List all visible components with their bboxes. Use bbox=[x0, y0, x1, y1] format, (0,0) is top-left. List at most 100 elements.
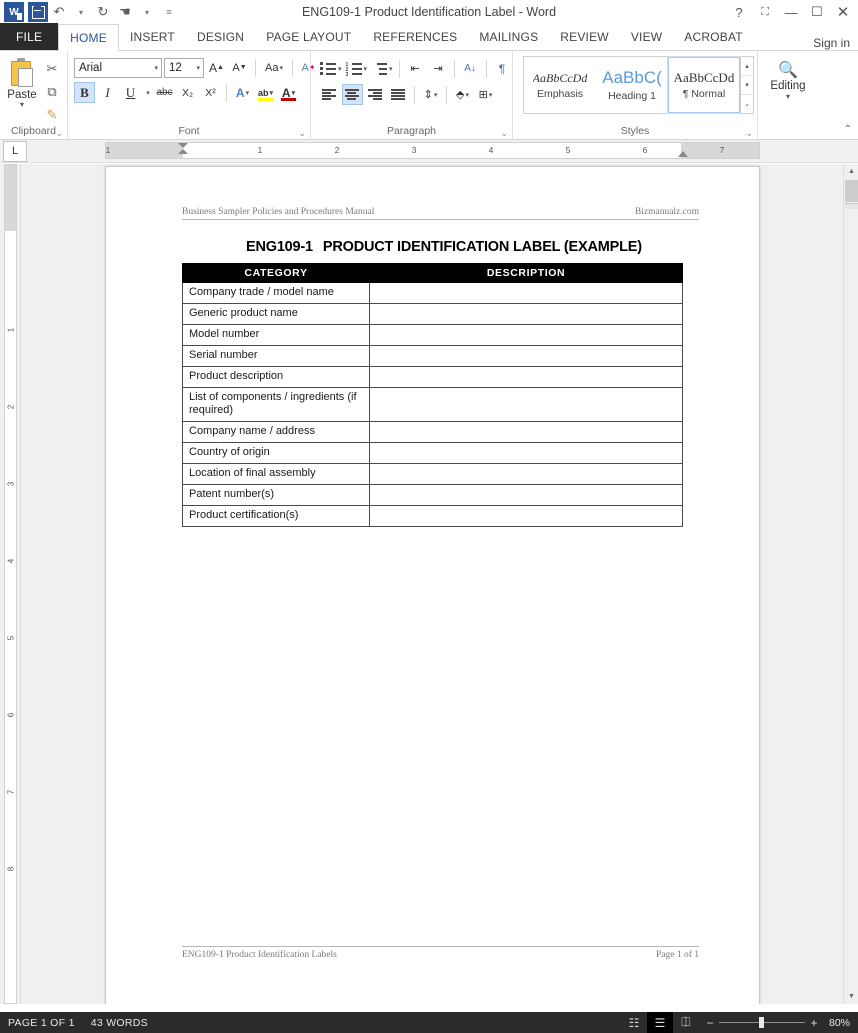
editing-button[interactable]: 🔍 Editing ▾ bbox=[762, 54, 814, 101]
cut-icon[interactable]: ✂ bbox=[41, 59, 63, 79]
cell-category[interactable]: Product description bbox=[182, 366, 370, 388]
font-name-input[interactable]: Arial ▾ bbox=[74, 57, 162, 78]
shading-button[interactable]: ⬘ ▾ bbox=[452, 84, 473, 105]
styles-more-icon[interactable]: ⌄ bbox=[741, 95, 753, 113]
cell-description[interactable] bbox=[369, 345, 683, 367]
align-left-button[interactable] bbox=[319, 84, 340, 105]
justify-button[interactable] bbox=[388, 84, 409, 105]
align-center-button[interactable] bbox=[342, 84, 363, 105]
cell-category[interactable]: Company trade / model name bbox=[182, 282, 370, 304]
text-highlight-button[interactable]: ab ▾ bbox=[255, 82, 276, 103]
table-row[interactable]: Generic product name bbox=[182, 303, 683, 325]
cell-description[interactable] bbox=[369, 387, 683, 422]
word-logo-icon[interactable]: W bbox=[4, 2, 24, 22]
cell-description[interactable] bbox=[369, 442, 683, 464]
cell-category[interactable]: Patent number(s) bbox=[182, 484, 370, 506]
undo-icon[interactable]: ↶ bbox=[48, 1, 70, 23]
print-layout-button[interactable]: ☰ bbox=[646, 1012, 673, 1033]
font-color-button[interactable]: A ▾ bbox=[278, 82, 299, 103]
strikethrough-button[interactable]: abc bbox=[154, 82, 175, 103]
format-painter-icon[interactable]: ✎ bbox=[41, 105, 63, 125]
cell-category[interactable]: Generic product name bbox=[182, 303, 370, 325]
minimize-button[interactable]: — bbox=[778, 1, 804, 23]
first-line-indent-marker[interactable] bbox=[178, 143, 188, 148]
tab-references[interactable]: REFERENCES bbox=[362, 23, 468, 50]
document-canvas[interactable]: Business Sampler Policies and Procedures… bbox=[21, 164, 844, 1004]
styles-gallery-scrollbar[interactable]: ▴ ▾ ⌄ bbox=[740, 57, 753, 113]
page-indicator[interactable]: PAGE 1 OF 1 bbox=[0, 1017, 83, 1029]
vertical-scrollbar[interactable]: ▲ ▼ bbox=[843, 164, 858, 1004]
decrease-indent-button[interactable]: ⇤ bbox=[405, 58, 426, 79]
tab-insert[interactable]: INSERT bbox=[119, 23, 186, 50]
paragraph-dialog-launcher[interactable]: ⌄ bbox=[500, 128, 508, 139]
zoom-slider[interactable] bbox=[718, 1017, 805, 1028]
sort-button[interactable]: A↓ bbox=[460, 58, 481, 79]
italic-button[interactable]: I bbox=[97, 82, 118, 103]
scrollbar-thumb[interactable] bbox=[845, 180, 858, 202]
tab-page-layout[interactable]: PAGE LAYOUT bbox=[255, 23, 362, 50]
table-row[interactable]: Company name / address bbox=[182, 421, 683, 443]
cell-description[interactable] bbox=[369, 282, 683, 304]
redo-icon[interactable]: ↻ bbox=[92, 1, 114, 23]
subscript-button[interactable]: X₂ bbox=[177, 82, 198, 103]
text-effects-button[interactable]: A ▾ bbox=[232, 82, 253, 103]
customize-qat-icon[interactable]: ≡ bbox=[158, 1, 180, 23]
save-icon[interactable] bbox=[28, 2, 48, 22]
align-right-button[interactable] bbox=[365, 84, 386, 105]
cell-category[interactable]: Country of origin bbox=[182, 442, 370, 464]
product-identification-table[interactable]: CATEGORY DESCRIPTION Company trade / mod… bbox=[182, 263, 683, 527]
borders-button[interactable]: ⊞ ▾ bbox=[475, 84, 496, 105]
copy-icon[interactable]: ⧉ bbox=[41, 82, 63, 102]
cell-description[interactable] bbox=[369, 324, 683, 346]
tab-home[interactable]: HOME bbox=[58, 24, 119, 51]
cell-category[interactable]: Serial number bbox=[182, 345, 370, 367]
table-row[interactable]: Location of final assembly bbox=[182, 463, 683, 485]
table-row[interactable]: Product certification(s) bbox=[182, 505, 683, 527]
zoom-slider-thumb[interactable] bbox=[758, 1017, 764, 1028]
table-row[interactable]: Model number bbox=[182, 324, 683, 346]
table-row[interactable]: Company trade / model name bbox=[182, 282, 683, 304]
hanging-indent-marker[interactable] bbox=[178, 149, 188, 154]
superscript-button[interactable]: X² bbox=[200, 82, 221, 103]
table-row[interactable]: Country of origin bbox=[182, 442, 683, 464]
increase-indent-button[interactable]: ⇥ bbox=[428, 58, 449, 79]
zoom-level-label[interactable]: 80% bbox=[825, 1017, 858, 1029]
tab-view[interactable]: VIEW bbox=[620, 23, 673, 50]
paste-button[interactable]: Paste ▾ bbox=[4, 54, 40, 109]
tab-mailings[interactable]: MAILINGS bbox=[468, 23, 549, 50]
zoom-out-button[interactable]: − bbox=[705, 1016, 715, 1030]
touch-dropdown-icon[interactable]: ▾ bbox=[136, 1, 158, 23]
paste-dropdown-icon[interactable]: ▾ bbox=[20, 101, 24, 109]
split-window-handle[interactable] bbox=[845, 203, 858, 209]
tab-design[interactable]: DESIGN bbox=[186, 23, 255, 50]
grow-font-button[interactable]: A ▲ bbox=[206, 57, 227, 78]
table-row[interactable]: Serial number bbox=[182, 345, 683, 367]
cell-description[interactable] bbox=[369, 484, 683, 506]
editing-dropdown-icon[interactable]: ▾ bbox=[786, 92, 790, 101]
cell-description[interactable] bbox=[369, 463, 683, 485]
read-mode-button[interactable]: ☷ bbox=[621, 1012, 647, 1033]
touch-mode-icon[interactable]: ☚ bbox=[114, 1, 136, 23]
styles-scroll-up-icon[interactable]: ▴ bbox=[741, 57, 753, 76]
cell-description[interactable] bbox=[369, 421, 683, 443]
scroll-down-icon[interactable]: ▼ bbox=[844, 989, 858, 1004]
font-name-chevron-down-icon[interactable]: ▾ bbox=[154, 64, 158, 72]
cell-description[interactable] bbox=[369, 366, 683, 388]
tab-review[interactable]: REVIEW bbox=[549, 23, 620, 50]
cell-category[interactable]: Model number bbox=[182, 324, 370, 346]
scroll-up-icon[interactable]: ▲ bbox=[844, 164, 858, 179]
tab-stop-selector-button[interactable]: L bbox=[3, 140, 27, 162]
word-count[interactable]: 43 WORDS bbox=[83, 1017, 156, 1029]
clipboard-dialog-launcher[interactable]: ⌄ bbox=[55, 128, 63, 139]
vertical-ruler[interactable]: 1 2 3 4 5 6 7 8 bbox=[0, 164, 21, 1004]
multilevel-list-button[interactable]: ▾ bbox=[370, 58, 394, 79]
zoom-in-button[interactable]: + bbox=[809, 1016, 819, 1030]
help-button[interactable]: ? bbox=[726, 1, 752, 23]
ribbon-display-options-button[interactable]: ⛶ bbox=[752, 1, 778, 23]
underline-dropdown-icon[interactable]: ▾ bbox=[143, 82, 152, 103]
shrink-font-button[interactable]: A ▼ bbox=[229, 57, 250, 78]
style-item-normal[interactable]: AaBbCcDd ¶ Normal bbox=[667, 56, 741, 114]
horizontal-ruler[interactable]: 1 1 2 3 4 5 6 7 bbox=[105, 142, 760, 159]
cell-description[interactable] bbox=[369, 303, 683, 325]
bold-button[interactable]: B bbox=[74, 82, 95, 103]
